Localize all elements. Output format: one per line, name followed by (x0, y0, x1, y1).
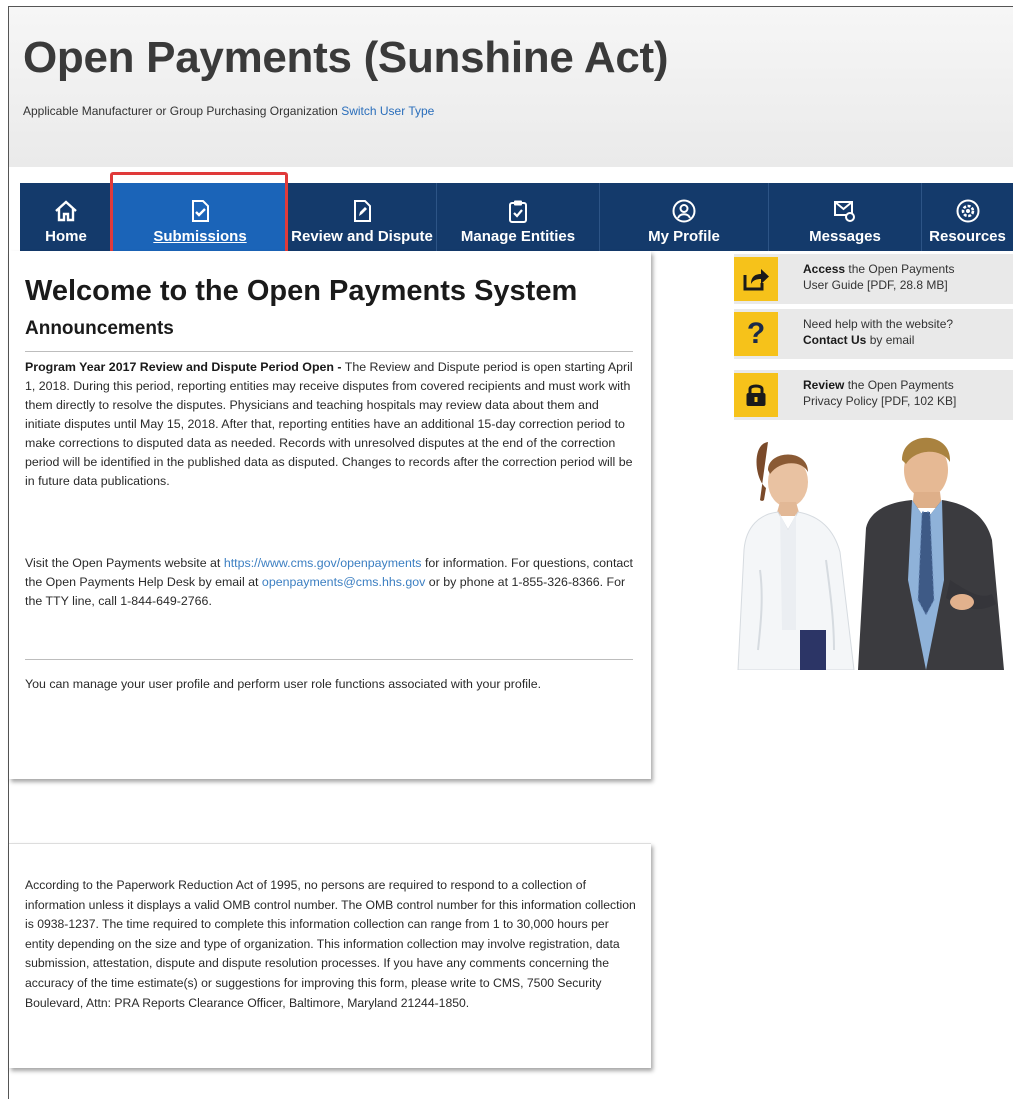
home-icon (55, 200, 77, 222)
contact-us-bold: Contact Us (803, 333, 867, 347)
pra-notice-panel: According to the Paperwork Reduction Act… (9, 843, 651, 1068)
privacy-policy-link[interactable]: Review the Open Payments Privacy Policy … (734, 370, 1013, 420)
openpayments-website-link[interactable]: https://www.cms.gov/openpayments (224, 556, 422, 570)
announcement-body: The Review and Dispute period is open st… (25, 360, 633, 488)
nav-resources-label: Resources (929, 228, 1006, 245)
lock-icon (746, 384, 766, 406)
contact-us-link[interactable]: ? Need help with the website? Contact Us… (734, 309, 1013, 359)
user-guide-line2: User Guide [PDF, 28.8 MB] (803, 278, 948, 292)
divider (25, 659, 633, 660)
question-icon: ? (746, 317, 766, 350)
user-guide-icon-box (734, 257, 778, 301)
switch-user-type-link[interactable]: Switch User Type (341, 104, 434, 118)
contact-us-text: Need help with the website? Contact Us b… (803, 316, 953, 348)
nav-review-dispute-label: Review and Dispute (291, 228, 433, 245)
help-line1: Need help with the website? (803, 317, 954, 331)
privacy-line2: Privacy Policy [PDF, 102 KB] (803, 394, 957, 408)
page-header: Open Payments (Sunshine Act) Applicable … (9, 7, 1013, 167)
user-profile-icon (672, 199, 696, 223)
nav-review-dispute[interactable]: Review and Dispute (288, 183, 436, 251)
share-icon (743, 269, 769, 291)
user-guide-line1: the Open Payments (848, 262, 955, 276)
visit-text-pre: Visit the Open Payments website at (25, 556, 221, 570)
clipboard-icon (509, 200, 527, 223)
privacy-policy-text: Review the Open Payments Privacy Policy … (803, 377, 956, 409)
nav-manage-entities-label: Manage Entities (460, 228, 576, 245)
site-title: Open Payments (Sunshine Act) (23, 33, 669, 82)
nav-messages-label: Messages (809, 228, 881, 245)
help-desk-email-link[interactable]: openpayments@cms.hhs.gov (262, 575, 425, 589)
announcements-heading: Announcements (25, 318, 174, 339)
announcement-text: Program Year 2017 Review and Dispute Per… (25, 358, 637, 491)
user-type-label: Applicable Manufacturer or Group Purchas… (23, 104, 338, 118)
contact-icon-box: ? (734, 312, 778, 356)
nav-my-profile[interactable]: My Profile (600, 183, 768, 251)
nav-my-profile-label: My Profile (648, 228, 720, 245)
privacy-icon-box (734, 373, 778, 417)
businessman-figure (858, 437, 1004, 670)
contact-info-text: Visit the Open Payments website at https… (25, 554, 637, 611)
privacy-line1: the Open Payments (847, 378, 954, 392)
profile-note: You can manage your user profile and per… (25, 677, 542, 691)
envelope-icon (834, 201, 855, 222)
edit-document-icon (354, 200, 371, 222)
nav-manage-entities[interactable]: Manage Entities (437, 183, 599, 251)
help-line2: by email (869, 333, 915, 347)
nav-home[interactable]: Home (20, 183, 112, 251)
privacy-bold: Review (803, 378, 845, 392)
submissions-highlight-box (110, 172, 288, 262)
welcome-panel: Welcome to the Open Payments System Anno… (9, 251, 651, 779)
pra-notice-text: According to the Paperwork Reduction Act… (25, 878, 636, 1010)
divider (25, 351, 633, 352)
nav-resources[interactable]: Resources (922, 183, 1013, 251)
nav-messages[interactable]: Messages (769, 183, 921, 251)
doctors-illustration (737, 437, 1004, 670)
physician-woman-figure (737, 442, 855, 670)
announcement-title: Program Year 2017 Review and Dispute Per… (25, 360, 342, 374)
user-guide-text: Access the Open Payments User Guide [PDF… (803, 261, 954, 293)
user-type-line: Applicable Manufacturer or Group Purchas… (23, 104, 434, 118)
nav-home-label: Home (45, 228, 87, 245)
user-guide-bold: Access (803, 262, 846, 276)
user-guide-link[interactable]: Access the Open Payments User Guide [PDF… (734, 254, 1013, 304)
gear-icon (956, 199, 979, 223)
welcome-heading: Welcome to the Open Payments System (25, 275, 578, 307)
